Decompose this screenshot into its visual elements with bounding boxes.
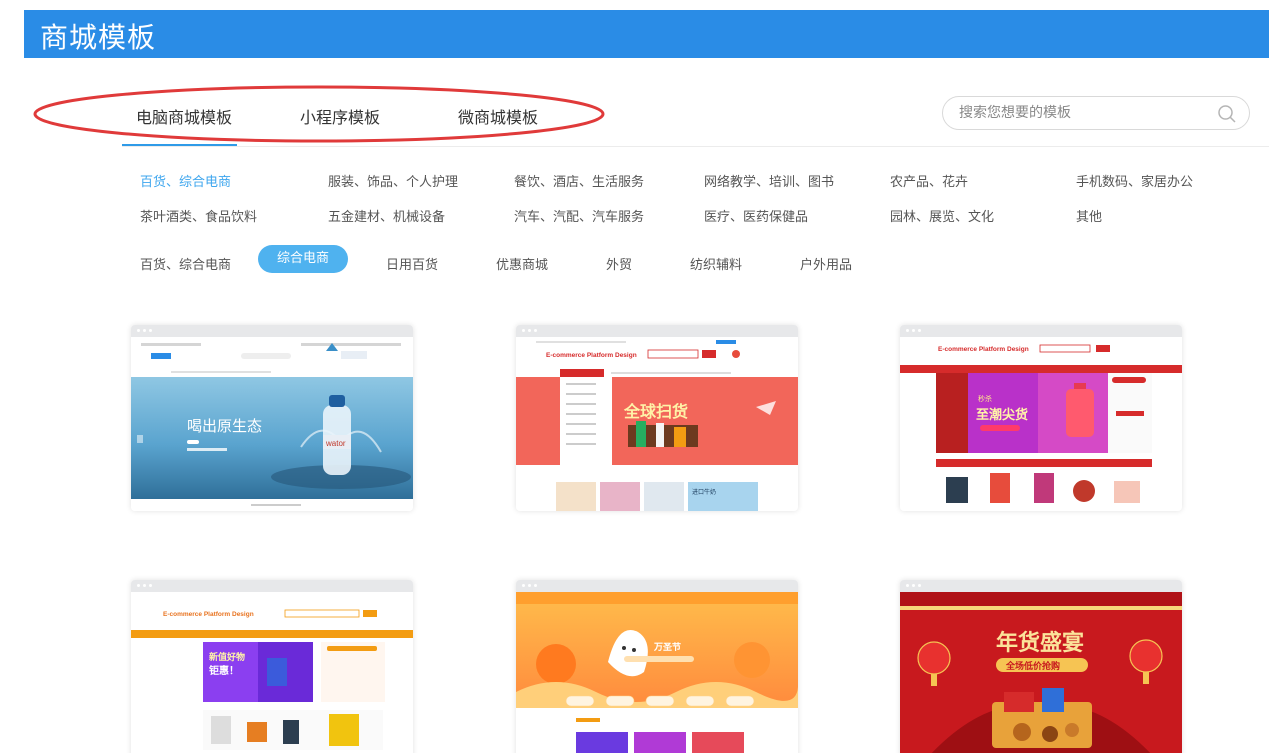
template-fashion-logo: E-commerce Platform Design bbox=[938, 346, 1029, 353]
template-card-water[interactable]: wator 喝出原生态 bbox=[131, 325, 413, 511]
category-digital[interactable]: 手机数码、家居办公 bbox=[1076, 171, 1193, 190]
category-medical[interactable]: 医疗、医药保健品 bbox=[704, 206, 808, 225]
template-preview-halloween: 万圣节 bbox=[516, 592, 798, 753]
template-global-headline: 全球扫货 bbox=[623, 402, 688, 421]
browser-bar bbox=[516, 580, 798, 592]
search-box bbox=[942, 96, 1250, 130]
template-global-promo: 进口牛奶 bbox=[692, 488, 716, 496]
category-education[interactable]: 网络教学、培训、图书 bbox=[704, 171, 834, 190]
category-tea-food[interactable]: 茶叶酒类、食品饮料 bbox=[140, 206, 257, 225]
template-water-headline: 喝出原生态 bbox=[187, 417, 262, 435]
tab-mini-program[interactable]: 小程序模板 bbox=[300, 104, 380, 128]
category-general-store[interactable]: 百货、综合电商 bbox=[140, 171, 231, 190]
tabs-divider bbox=[122, 146, 1269, 147]
template-goods-logo: E-commerce Platform Design bbox=[163, 611, 254, 618]
template-preview-fashion: E-commerce Platform Design 秒杀 至潮尖货 bbox=[900, 337, 1182, 503]
template-card-fashion[interactable]: E-commerce Platform Design 秒杀 至潮尖货 bbox=[900, 325, 1182, 511]
template-water-brand: wator bbox=[325, 439, 346, 448]
category-agriculture[interactable]: 农产品、花卉 bbox=[890, 171, 968, 190]
template-newyear-sub: 全场低价抢购 bbox=[1005, 660, 1060, 672]
category-garden[interactable]: 园林、展览、文化 bbox=[890, 206, 994, 225]
subcategory-daily-goods[interactable]: 日用百货 bbox=[386, 254, 438, 273]
search-icon[interactable] bbox=[1217, 104, 1237, 124]
category-hardware[interactable]: 五金建材、机械设备 bbox=[328, 206, 445, 225]
subcategory-outdoor[interactable]: 户外用品 bbox=[800, 254, 852, 273]
subcategory-comprehensive[interactable]: 综合电商 bbox=[258, 245, 348, 273]
template-preview-goods: E-commerce Platform Design 新值好物 钜惠！ bbox=[131, 592, 413, 753]
page-title: 商城模板 bbox=[40, 21, 157, 54]
header-banner: 商城模板 bbox=[24, 10, 1269, 58]
template-fashion-headline: 至潮尖货 bbox=[976, 407, 1028, 423]
browser-bar bbox=[516, 325, 798, 337]
subcategory-foreign-trade[interactable]: 外贸 bbox=[606, 254, 632, 273]
category-dining[interactable]: 餐饮、酒店、生活服务 bbox=[514, 171, 644, 190]
template-preview-newyear: 年货盛宴 全场低价抢购 bbox=[900, 592, 1182, 753]
template-card-halloween[interactable]: 万圣节 bbox=[516, 580, 798, 753]
search-input[interactable] bbox=[959, 97, 1209, 129]
template-newyear-headline: 年货盛宴 bbox=[996, 630, 1084, 656]
browser-bar bbox=[900, 580, 1182, 592]
template-halloween-headline: 万圣节 bbox=[653, 641, 681, 653]
category-other[interactable]: 其他 bbox=[1076, 206, 1102, 225]
subcategory-discount[interactable]: 优惠商城 bbox=[496, 254, 548, 273]
template-card-newyear[interactable]: 年货盛宴 全场低价抢购 bbox=[900, 580, 1182, 753]
template-goods-sub: 钜惠！ bbox=[209, 664, 239, 677]
tab-wechat-mall[interactable]: 微商城模板 bbox=[458, 104, 538, 128]
template-goods-headline: 新值好物 bbox=[209, 651, 245, 663]
template-fashion-sub: 秒杀 bbox=[978, 394, 992, 403]
template-global-logo: E-commerce Platform Design bbox=[546, 352, 637, 359]
template-card-global[interactable]: E-commerce Platform Design 全球扫货 进口牛奶 bbox=[516, 325, 798, 511]
template-preview-water: wator 喝出原生态 bbox=[131, 337, 413, 511]
category-apparel[interactable]: 服装、饰品、个人护理 bbox=[328, 171, 458, 190]
template-card-goods[interactable]: E-commerce Platform Design 新值好物 钜惠！ bbox=[131, 580, 413, 753]
subcategory-textile[interactable]: 纺织辅料 bbox=[690, 254, 742, 273]
category-automotive[interactable]: 汽车、汽配、汽车服务 bbox=[514, 206, 644, 225]
browser-bar bbox=[900, 325, 1182, 337]
browser-bar bbox=[131, 325, 413, 337]
page: 商城模板 电脑商城模板 小程序模板 微商城模板 百货、综合电商 服装、饰品、个人… bbox=[0, 0, 1269, 753]
template-preview-global: E-commerce Platform Design 全球扫货 进口牛奶 bbox=[516, 337, 798, 511]
browser-bar bbox=[131, 580, 413, 592]
tab-pc-mall[interactable]: 电脑商城模板 bbox=[136, 104, 232, 128]
subcategory-group-label[interactable]: 百货、综合电商 bbox=[140, 254, 231, 273]
